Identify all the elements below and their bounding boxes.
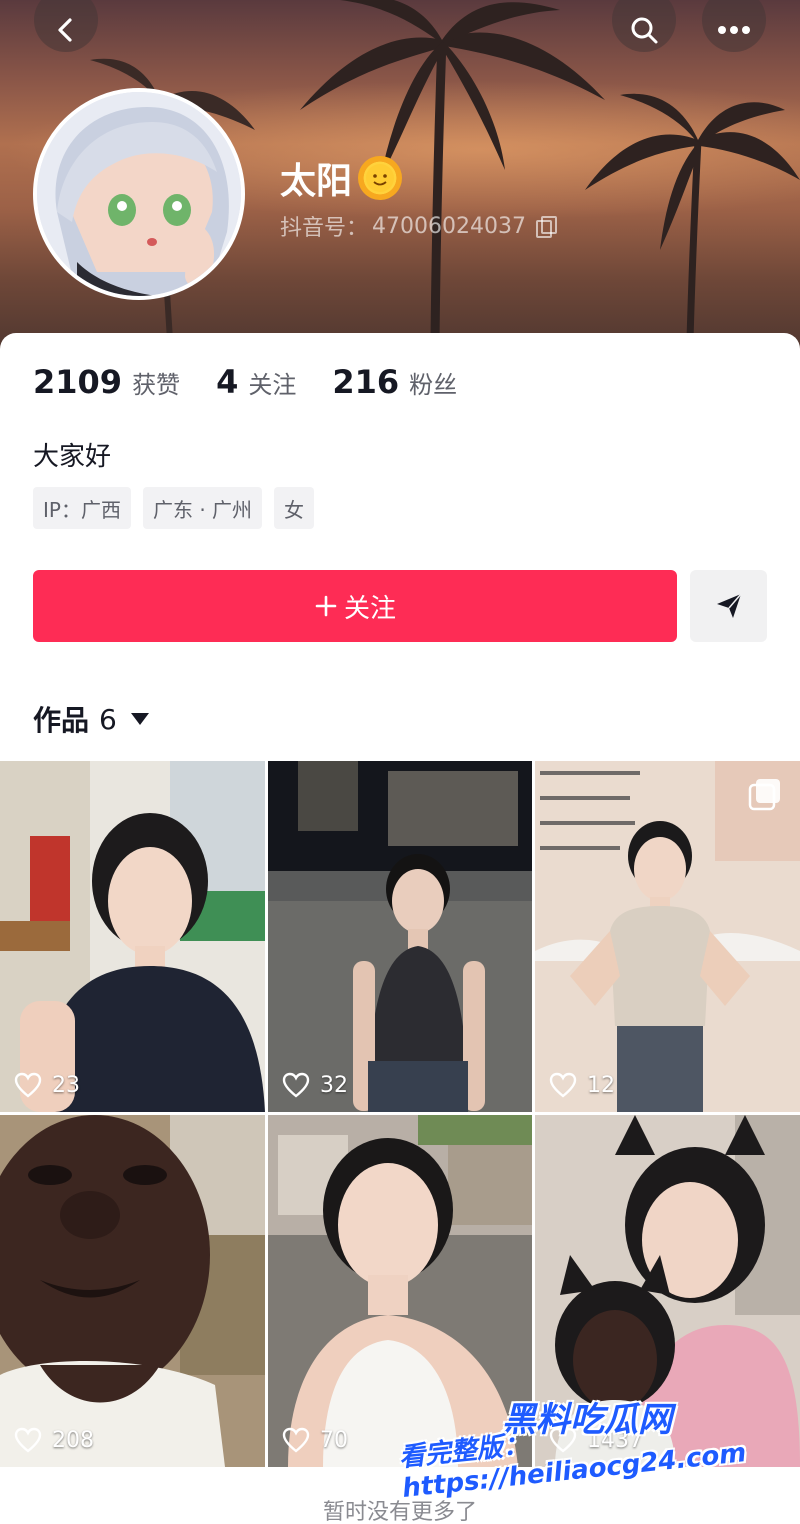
heart-icon — [282, 1427, 310, 1453]
copy-icon[interactable] — [535, 216, 557, 238]
stat-following[interactable]: 4 关注 — [216, 363, 296, 401]
avatar-image — [37, 92, 241, 296]
douyin-id-label: 抖音号： — [280, 216, 369, 241]
chevron-left-icon — [58, 18, 72, 42]
like-count-value: 32 — [320, 1072, 348, 1098]
profile-tags: IP：广西 广东 · 广州 女 — [33, 487, 315, 529]
bio-text: 大家好 — [33, 442, 112, 472]
caret-down-icon — [130, 713, 149, 725]
like-count: 208 — [14, 1427, 94, 1453]
like-count-value: 208 — [52, 1427, 94, 1453]
like-count-value: 23 — [52, 1072, 80, 1098]
video-tile-1[interactable]: 23 — [0, 761, 265, 1112]
video-thumbnail — [0, 761, 265, 1112]
nickname-text: 太阳 — [280, 161, 353, 202]
stat-value: 4 — [216, 363, 239, 401]
video-tile-3[interactable]: 12 — [535, 761, 800, 1112]
avatar[interactable] — [33, 88, 245, 300]
stat-label: 粉丝 — [409, 371, 458, 399]
message-button[interactable] — [690, 570, 767, 642]
like-count: 32 — [282, 1072, 348, 1098]
tag-ip: IP：广西 — [33, 487, 131, 529]
video-tile-2[interactable]: 32 — [268, 761, 532, 1112]
multi-image-icon — [748, 779, 780, 811]
like-count: 70 — [282, 1427, 348, 1453]
sun-emoji-icon — [358, 156, 403, 200]
stat-value: 216 — [332, 363, 400, 401]
heart-icon — [549, 1072, 577, 1098]
heart-icon — [282, 1072, 310, 1098]
tag-location: 广东 · 广州 — [142, 487, 263, 529]
stats-row: 2109 获赞 4 关注 216 粉丝 — [33, 363, 457, 401]
search-icon — [631, 17, 658, 44]
nickname: 太阳 — [280, 152, 403, 204]
stat-label: 获赞 — [132, 371, 181, 399]
tag-gender: 女 — [274, 487, 315, 529]
works-count: 6 — [99, 702, 117, 736]
stat-followers[interactable]: 216 粉丝 — [332, 363, 457, 401]
tab-works[interactable]: 作品 6 — [33, 699, 149, 739]
stat-value: 2109 — [33, 363, 123, 401]
stat-likes[interactable]: 2109 获赞 — [33, 363, 180, 401]
like-count-value: 12 — [587, 1072, 615, 1098]
follow-button[interactable]: 关注 — [33, 570, 677, 642]
stat-label: 关注 — [248, 371, 297, 399]
more-dots-icon — [718, 26, 750, 34]
plus-icon — [315, 595, 337, 617]
heart-icon — [14, 1427, 42, 1453]
video-tile-5[interactable]: 70 — [268, 1115, 532, 1467]
video-thumbnail — [268, 761, 532, 1112]
palm-tree-image — [585, 93, 800, 340]
video-thumbnail — [0, 1115, 265, 1467]
like-count: 23 — [14, 1072, 80, 1098]
follow-label: 关注 — [343, 593, 396, 624]
like-count-value: 70 — [320, 1427, 348, 1453]
video-thumbnail — [535, 761, 800, 1112]
heart-icon — [14, 1072, 42, 1098]
video-thumbnail — [268, 1115, 532, 1467]
douyin-id-value: 47006024037 — [372, 213, 526, 239]
like-count: 12 — [549, 1072, 615, 1098]
send-icon — [716, 593, 742, 618]
no-more-text: 暂时没有更多了 — [322, 1500, 477, 1524]
video-tile-4[interactable]: 208 — [0, 1115, 265, 1467]
works-label: 作品 — [33, 704, 90, 737]
douyin-id: 抖音号： 47006024037 — [280, 210, 557, 242]
